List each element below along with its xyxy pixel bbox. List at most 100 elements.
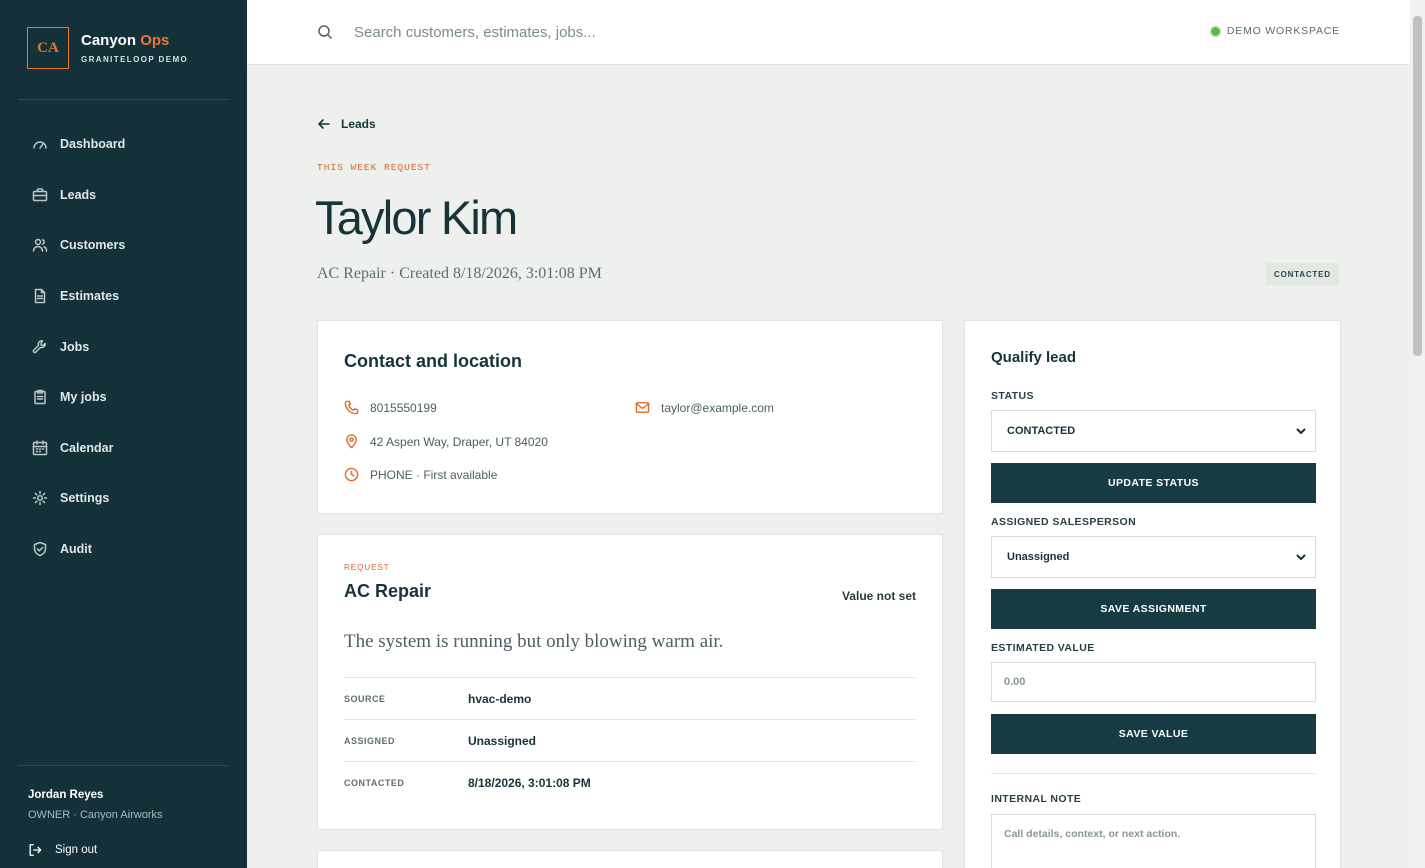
next-card	[317, 850, 943, 868]
sidebar-item-my-jobs[interactable]: My jobs	[0, 372, 247, 423]
back-link-label: Leads	[341, 117, 376, 131]
gear-icon	[32, 491, 48, 506]
detail-key: ASSIGNED	[344, 735, 396, 746]
chevron-down-icon	[1295, 425, 1307, 437]
sidebar: CA Canyon Ops GRANITELOOP DEMO Dashboard…	[0, 0, 247, 868]
sidebar-item-label: Audit	[60, 542, 92, 557]
workspace-label: DEMO WORKSPACE	[1226, 25, 1340, 37]
sidebar-nav: Dashboard Leads Customers Estimates Jobs…	[0, 119, 247, 574]
sidebar-item-estimates[interactable]: Estimates	[0, 271, 247, 322]
sidebar-item-label: Customers	[60, 238, 126, 253]
map-pin-icon	[346, 434, 357, 449]
request-title: AC Repair	[344, 581, 432, 601]
topbar: DEMO WORKSPACE	[247, 0, 1410, 65]
brand-logo: CA	[27, 27, 69, 69]
contact-email[interactable]: taylor@example.com	[635, 400, 774, 415]
brand-name-accent: Ops	[140, 32, 170, 49]
sidebar-item-label: My jobs	[60, 390, 107, 405]
sidebar-item-label: Leads	[60, 187, 97, 202]
contact-address: 42 Aspen Way, Draper, UT 84020	[344, 434, 548, 449]
sidebar-divider	[18, 99, 228, 100]
sidebar-item-dashboard[interactable]: Dashboard	[0, 119, 247, 170]
user-role: OWNER · Canyon Airworks	[28, 809, 163, 821]
sidebar-divider	[18, 765, 228, 766]
briefcase-icon	[32, 188, 48, 202]
save-assignment-button[interactable]: SAVE ASSIGNMENT	[991, 589, 1316, 629]
estimated-value-input[interactable]	[991, 662, 1316, 702]
request-eyebrow: REQUEST	[344, 563, 390, 572]
contact-preference-value: PHONE · First available	[370, 467, 498, 482]
qualify-lead-card: Qualify lead STATUS CONTACTED UPDATE STA…	[964, 320, 1341, 868]
internal-note-textarea[interactable]	[991, 814, 1316, 868]
brand[interactable]: CA Canyon Ops GRANITELOOP DEMO	[27, 27, 188, 69]
page-title: Taylor Kim	[315, 191, 518, 244]
salesperson-select[interactable]: Unassigned	[991, 536, 1316, 578]
page-scrollbar[interactable]	[1410, 0, 1425, 868]
contact-address-value: 42 Aspen Way, Draper, UT 84020	[370, 434, 548, 449]
sidebar-item-jobs[interactable]: Jobs	[0, 321, 247, 372]
contact-card: Contact and location 8015550199 taylor@e…	[317, 320, 943, 514]
sidebar-item-audit[interactable]: Audit	[0, 524, 247, 575]
sign-out-icon	[29, 844, 42, 856]
detail-row-contacted: CONTACTED 8/18/2026, 3:01:08 PM	[344, 761, 916, 803]
update-status-button[interactable]: UPDATE STATUS	[991, 463, 1316, 503]
phone-icon	[344, 400, 359, 415]
brand-text: Canyon Ops GRANITELOOP DEMO	[81, 32, 188, 64]
clock-icon	[344, 467, 359, 482]
sidebar-item-customers[interactable]: Customers	[0, 220, 247, 271]
user-name: Jordan Reyes	[28, 789, 104, 801]
sign-out-button[interactable]: Sign out	[28, 843, 97, 857]
users-icon	[32, 239, 48, 253]
contact-email-value: taylor@example.com	[661, 400, 774, 415]
qualify-title: Qualify lead	[991, 349, 1077, 366]
sign-out-label: Sign out	[55, 844, 98, 856]
detail-key: SOURCE	[344, 693, 386, 704]
scrollbar-thumb[interactable]	[1413, 16, 1422, 356]
page-subtitle: AC Repair · Created 8/18/2026, 3:01:08 P…	[317, 265, 602, 282]
estimated-value-label: ESTIMATED VALUE	[991, 642, 1095, 654]
detail-row-assigned: ASSIGNED Unassigned	[344, 719, 916, 761]
back-to-leads-link[interactable]: Leads	[317, 117, 376, 131]
contact-preference: PHONE · First available	[344, 467, 497, 482]
search-icon	[317, 24, 333, 40]
gauge-icon	[33, 141, 47, 150]
detail-key: CONTACTED	[344, 777, 405, 788]
status-badge: CONTACTED	[1266, 263, 1339, 285]
arrow-left-icon	[318, 119, 330, 129]
sidebar-item-calendar[interactable]: Calendar	[0, 423, 247, 474]
status-select-value: CONTACTED	[1007, 425, 1076, 437]
document-icon	[34, 288, 46, 304]
detail-value: hvac-demo	[468, 691, 532, 706]
sidebar-item-label: Estimates	[60, 289, 120, 304]
mail-icon	[635, 402, 650, 413]
sidebar-item-leads[interactable]: Leads	[0, 170, 247, 221]
calendar-icon	[32, 440, 48, 456]
search-input[interactable]	[354, 20, 874, 44]
sidebar-item-label: Dashboard	[60, 137, 126, 152]
sidebar-item-label: Settings	[60, 491, 110, 506]
wrench-icon	[32, 339, 46, 353]
chevron-down-icon	[1295, 551, 1307, 563]
brand-subtitle: GRANITELOOP DEMO	[81, 55, 189, 64]
internal-note-label: INTERNAL NOTE	[991, 793, 1082, 805]
brand-name: Canyon Ops	[81, 32, 188, 49]
contact-phone[interactable]: 8015550199	[344, 400, 437, 415]
sidebar-item-label: Jobs	[60, 339, 90, 354]
user-info: Jordan Reyes OWNER · Canyon Airworks	[28, 789, 162, 821]
save-value-button[interactable]: SAVE VALUE	[991, 714, 1316, 754]
salesperson-select-value: Unassigned	[1007, 551, 1070, 563]
contact-card-title: Contact and location	[344, 351, 523, 371]
detail-row-source: SOURCE hvac-demo	[344, 677, 916, 719]
detail-value: 8/18/2026, 3:01:08 PM	[468, 775, 591, 790]
brand-name-primary: Canyon	[81, 32, 137, 49]
shield-icon	[33, 541, 47, 557]
page-eyebrow: THIS WEEK REQUEST	[317, 162, 431, 173]
status-label: STATUS	[991, 390, 1034, 402]
clipboard-icon	[34, 390, 46, 405]
salesperson-label: ASSIGNED SALESPERSON	[991, 516, 1137, 528]
request-value: Value not set	[841, 589, 916, 603]
sidebar-item-settings[interactable]: Settings	[0, 473, 247, 524]
request-description: The system is running but only blowing w…	[344, 631, 724, 652]
status-select[interactable]: CONTACTED	[991, 410, 1316, 452]
detail-value: Unassigned	[468, 733, 537, 748]
